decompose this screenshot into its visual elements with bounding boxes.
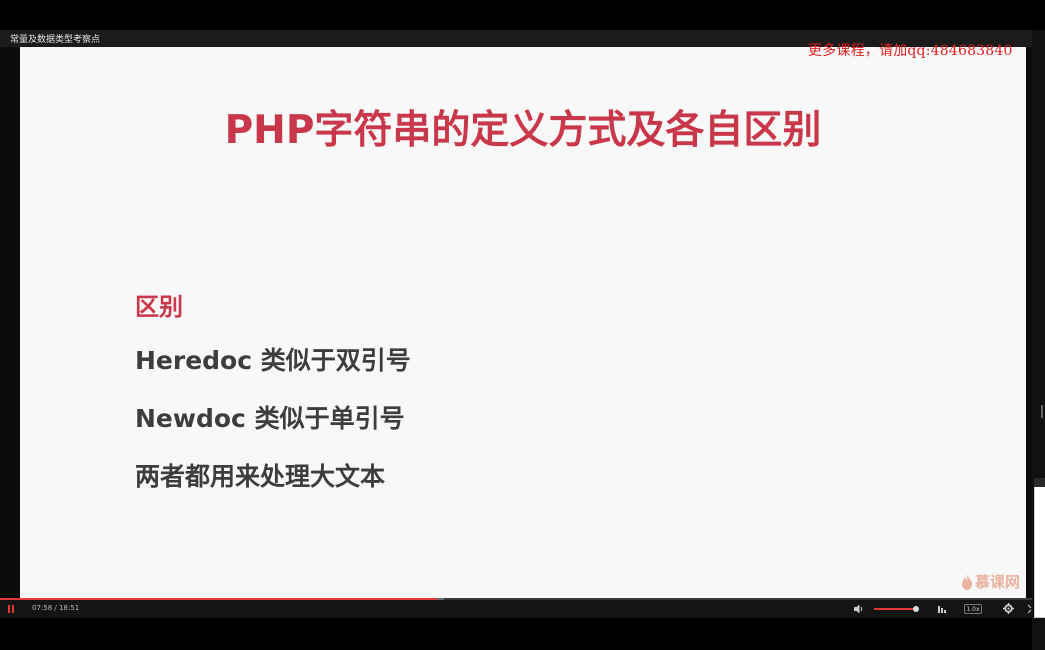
playback-speed-button[interactable]: 1.0x: [964, 604, 982, 614]
pause-icon: [8, 605, 10, 613]
video-frame-slide[interactable]: PHP字符串的定义方式及各自区别 区别 Heredoc 类似于双引号 Newdo…: [20, 47, 1026, 598]
video-title: 常量及数据类型考察点: [10, 35, 101, 45]
top-black-bar: [0, 0, 1045, 30]
player-controls: 07:58 / 18:51 1.0x: [0, 600, 1032, 618]
volume-knob[interactable]: [912, 606, 919, 612]
gear-icon[interactable]: [1003, 603, 1014, 614]
section-label: 区别: [135, 293, 183, 321]
flame-logo-icon: [961, 573, 972, 590]
logo-text: 慕课网: [974, 573, 1020, 591]
watermark-text: 更多课程，请加qq:484683840: [808, 43, 1013, 59]
slide-point-heredoc: Heredoc 类似于双引号: [135, 346, 411, 375]
pause-icon-bar: [12, 605, 14, 613]
slide-title: PHP字符串的定义方式及各自区别: [224, 108, 822, 153]
time-display: 07:58 / 18:51: [32, 604, 80, 612]
quality-bars-icon[interactable]: [937, 604, 947, 614]
bottom-black-bar: [0, 618, 1032, 650]
imooc-logo: 慕课网: [961, 571, 1020, 592]
volume-level: [874, 608, 916, 610]
slide-point-large-text: 两者都用来处理大文本: [135, 462, 386, 491]
slide-point-newdoc: Newdoc 类似于单引号: [135, 404, 405, 433]
side-panel-box-header: [1034, 478, 1045, 487]
volume-slider[interactable]: [874, 606, 919, 612]
volume-icon[interactable]: [853, 603, 865, 615]
side-scroll-marker: [1041, 405, 1043, 418]
pause-button[interactable]: [7, 605, 15, 613]
side-panel-box[interactable]: [1034, 478, 1045, 618]
